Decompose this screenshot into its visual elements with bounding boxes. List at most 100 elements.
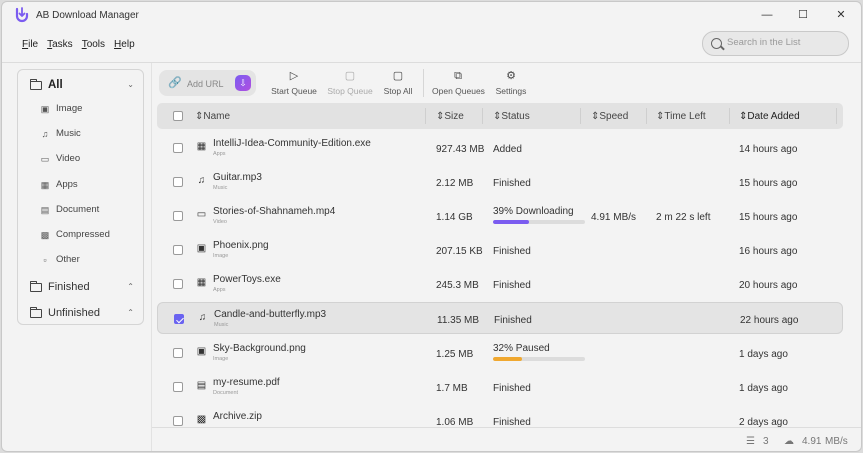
sidebar-item-unfinished[interactable]: Unfinished	[29, 306, 100, 319]
search-input[interactable]	[727, 37, 842, 48]
folder-icon	[29, 280, 42, 292]
sidebar-item-apps[interactable]: ▦ Apps	[40, 179, 78, 190]
sidebar-item-all[interactable]: All	[29, 78, 63, 91]
row-checkbox[interactable]	[173, 416, 183, 426]
menu-tools[interactable]: Tools	[82, 39, 105, 50]
select-all-checkbox[interactable]	[173, 111, 183, 121]
sidebar-item-finished[interactable]: Finished	[29, 280, 90, 293]
close-button[interactable]: ✕	[833, 7, 849, 23]
row-checkbox[interactable]	[173, 211, 183, 221]
file-name: PowerToys.exe	[213, 274, 281, 285]
file-type: Apps	[213, 151, 226, 157]
sidebar-item-image[interactable]: ▣ Image	[40, 103, 83, 114]
file-status: Finished	[493, 280, 531, 291]
row-checkbox[interactable]	[173, 279, 183, 289]
table-row-selected[interactable]: ♫ Candle-and-butterfly.mp3 Music 11.35 M…	[157, 302, 843, 334]
download-list: ▦ IntelliJ-Idea-Community-Edition.exe Ap…	[157, 132, 843, 427]
column-separator[interactable]	[580, 108, 581, 124]
search-icon	[711, 38, 722, 49]
file-name: IntelliJ-Idea-Community-Edition.exe	[213, 138, 371, 149]
settings-button[interactable]: ⚙ Settings	[493, 69, 529, 96]
table-row[interactable]: ▩ Archive.zip 1.06 MB Finished 2 days ag…	[157, 405, 843, 427]
active-downloads-count: 3	[763, 436, 769, 447]
date-added: 22 hours ago	[740, 315, 799, 326]
document-icon: ▤	[40, 204, 50, 215]
minimize-button[interactable]: —	[759, 7, 775, 23]
table-row[interactable]: ▤ my-resume.pdf Document 1.7 MB Finished…	[157, 371, 843, 403]
row-checkbox[interactable]	[173, 348, 183, 358]
file-name: Guitar.mp3	[213, 172, 262, 183]
image-icon: ▣	[196, 243, 207, 254]
date-added: 1 days ago	[739, 383, 788, 394]
row-checkbox[interactable]	[174, 314, 184, 324]
column-date-added-header[interactable]: ⇕Date Added	[739, 111, 800, 122]
date-added: 14 hours ago	[739, 144, 798, 155]
row-checkbox[interactable]	[173, 177, 183, 187]
file-type: Image	[213, 253, 229, 259]
column-time-left-header[interactable]: ⇕Time Left	[656, 111, 706, 122]
file-status: Finished	[493, 417, 531, 427]
table-row[interactable]: ♫ Guitar.mp3 Music 2.12 MB Finished 15 h…	[157, 166, 843, 198]
sidebar-divider	[151, 63, 152, 451]
total-speed-unit: MB/s	[825, 436, 848, 447]
chevron-up-icon[interactable]: ⌃	[127, 282, 134, 291]
sidebar-item-compressed[interactable]: ▩ Compressed	[40, 229, 110, 240]
stop-icon: ▢	[344, 70, 356, 82]
table-row[interactable]: ▣ Sky-Background.png Image 1.25 MB 32% P…	[157, 337, 843, 369]
start-queue-button[interactable]: ▷ Start Queue	[271, 69, 317, 96]
menu-help[interactable]: Help	[114, 39, 135, 50]
file-type: Video	[213, 219, 227, 225]
row-checkbox[interactable]	[173, 143, 183, 153]
column-speed-header[interactable]: ⇕Speed	[591, 111, 628, 122]
document-icon: ▤	[196, 380, 207, 391]
column-separator[interactable]	[836, 108, 837, 124]
file-type: Document	[213, 390, 239, 396]
search-box[interactable]	[702, 31, 849, 56]
download-speed: 4.91 MB/s	[591, 212, 637, 223]
column-separator[interactable]	[482, 108, 483, 124]
table-row[interactable]: ▭ Stories-of-Shahnameh.mp4 Video 1.14 GB…	[157, 200, 843, 232]
column-separator[interactable]	[729, 108, 730, 124]
row-checkbox[interactable]	[173, 382, 183, 392]
menu-file[interactable]: File	[22, 39, 38, 50]
column-separator[interactable]	[425, 108, 426, 124]
list-icon: ☰	[746, 436, 755, 447]
music-icon: ♫	[197, 175, 206, 186]
folder-icon	[29, 78, 42, 90]
folder-icon	[29, 306, 42, 318]
apps-icon: ▦	[196, 141, 207, 152]
file-type: Music	[213, 185, 228, 191]
column-name-header[interactable]: ⇕Name	[195, 111, 230, 122]
add-url-button[interactable]: 🔗 Add URL ⇩	[159, 70, 256, 96]
table-row[interactable]: ▦ PowerToys.exe Apps 245.3 MB Finished 2…	[157, 268, 843, 300]
open-queues-button[interactable]: ⧉ Open Queues	[432, 69, 485, 96]
row-checkbox[interactable]	[173, 245, 183, 255]
chevron-down-icon[interactable]: ⌄	[127, 80, 134, 89]
sidebar-item-document[interactable]: ▤ Document	[40, 204, 100, 215]
table-row[interactable]: ▣ Phoenix.png Image 207.15 KB Finished 1…	[157, 234, 843, 266]
file-size: 1.06 MB	[436, 417, 474, 427]
gear-icon: ⚙	[506, 70, 516, 82]
file-size: 11.35 MB	[437, 315, 480, 326]
date-added: 1 days ago	[739, 349, 788, 360]
compressed-icon: ▩	[196, 414, 207, 425]
sidebar-item-other[interactable]: ▫ Other	[40, 254, 79, 265]
chevron-up-icon[interactable]: ⌃	[127, 308, 134, 317]
cloud-download-icon[interactable]: ⇩	[235, 75, 251, 91]
sidebar-item-video[interactable]: ▭ Video	[40, 153, 80, 164]
status-bar: ☰ 3 ☁ 4.91 MB/s	[152, 427, 861, 451]
app-window: AB Download Manager — ☐ ✕ File Tasks Too…	[1, 1, 862, 452]
maximize-button[interactable]: ☐	[795, 7, 811, 23]
menu-tasks[interactable]: Tasks	[47, 39, 73, 50]
stop-all-button[interactable]: ▢ Stop All	[382, 69, 414, 96]
stop-all-icon: ▢	[392, 70, 404, 82]
file-status: Finished	[494, 315, 532, 326]
sidebar-item-music[interactable]: ♫ Music	[40, 128, 81, 139]
progress-fill	[493, 220, 529, 224]
column-size-header[interactable]: ⇕Size	[436, 111, 464, 122]
stop-queue-button[interactable]: ▢ Stop Queue	[327, 69, 373, 96]
column-status-header[interactable]: ⇕Status	[493, 111, 530, 122]
table-row[interactable]: ▦ IntelliJ-Idea-Community-Edition.exe Ap…	[157, 132, 843, 164]
file-status: Finished	[493, 246, 531, 257]
column-separator[interactable]	[646, 108, 647, 124]
